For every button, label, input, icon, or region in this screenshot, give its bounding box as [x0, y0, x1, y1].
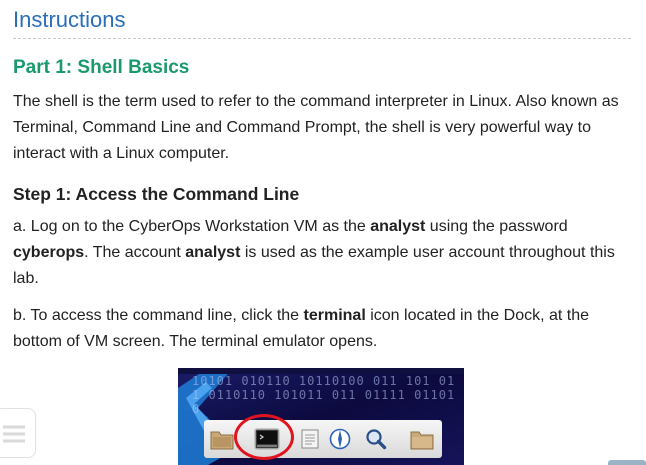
step-b-text-1: b. To access the command line, click the — [13, 307, 304, 324]
step-title: Step 1: Access the Command Line — [13, 184, 300, 204]
step-b-bold-terminal: terminal — [303, 307, 366, 324]
search-icon[interactable] — [364, 428, 388, 450]
notes-icon[interactable] — [298, 428, 322, 450]
terminal-highlight-circle — [234, 414, 294, 460]
instructions-page: Instructions Part 1: Shell Basics The sh… — [13, 0, 631, 355]
page-title: Instructions — [13, 7, 126, 32]
step-a-bold-username: analyst — [370, 218, 426, 235]
step-a-bold-password: cyberops — [13, 244, 85, 261]
step-a-bold-account: analyst — [185, 244, 241, 261]
browser-icon[interactable] — [328, 428, 352, 450]
menu-lines-icon — [3, 425, 25, 443]
dock-screenshot-figure: 10101 010110 10110100 011 101 011 011011… — [178, 368, 464, 465]
step-a-paragraph: a. Log on to the CyberOps Workstation VM… — [13, 214, 631, 292]
side-menu-widget[interactable] — [0, 408, 36, 458]
part-title: Part 1: Shell Basics — [13, 57, 190, 78]
step-a-text-1: a. Log on to the CyberOps Workstation VM… — [13, 218, 371, 235]
folder-icon[interactable] — [410, 428, 434, 450]
title-divider — [13, 38, 631, 39]
corner-tab[interactable] — [608, 460, 646, 465]
step-a-text-2: using the password — [425, 218, 568, 235]
step-a-text-3: . The account — [84, 244, 186, 261]
binary-text-overlay: 10101 010110 10110100 011 101 011 011011… — [192, 374, 456, 416]
step-b-paragraph: b. To access the command line, click the… — [13, 303, 631, 355]
part-intro-paragraph: The shell is the term used to refer to t… — [13, 93, 619, 162]
file-manager-icon[interactable] — [210, 428, 234, 450]
